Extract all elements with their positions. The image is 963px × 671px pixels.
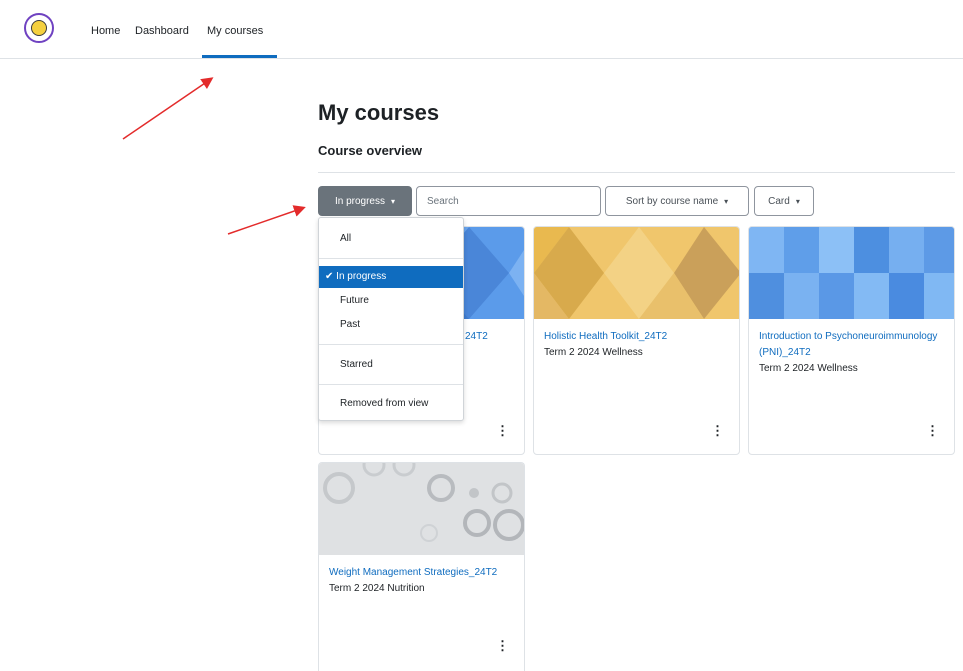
section-divider	[318, 172, 955, 173]
filter-option-label: In progress	[336, 271, 387, 282]
logo-emblem	[31, 20, 47, 36]
chevron-down-icon: ▾	[795, 196, 800, 206]
course-name-link[interactable]: 24T2	[465, 329, 514, 345]
course-category: Term 2 2024 Wellness	[544, 347, 643, 358]
top-navbar: Home Dashboard My courses	[0, 0, 963, 59]
annotation-arrow	[227, 205, 306, 235]
sort-dropdown-label: Sort by course name	[625, 195, 719, 207]
kebab-menu-icon[interactable]: ⋮	[496, 639, 509, 653]
active-nav-indicator	[202, 55, 277, 58]
filter-option-label: Starred	[340, 359, 373, 370]
course-image-pattern	[534, 227, 739, 319]
grouping-filter-button[interactable]: In progress ▾	[318, 186, 412, 216]
course-card[interactable]: Introduction to Psychoneuroimmunology (P…	[748, 226, 955, 455]
course-card[interactable]: Holistic Health Toolkit_24T2 Term 2 2024…	[533, 226, 740, 455]
view-dropdown-label: Card	[768, 195, 790, 207]
chevron-down-icon: ▾	[724, 196, 729, 206]
course-image-pattern	[323, 463, 524, 542]
nav-home[interactable]: Home	[91, 25, 120, 37]
filter-option-past[interactable]: Past	[319, 314, 463, 336]
grouping-filter-label: In progress	[334, 195, 385, 207]
filter-option-starred[interactable]: Starred	[319, 354, 463, 376]
menu-divider	[319, 258, 463, 259]
kebab-menu-icon[interactable]: ⋮	[926, 424, 939, 438]
course-image	[749, 227, 954, 319]
menu-divider	[319, 344, 463, 345]
site-logo-icon[interactable]	[24, 13, 54, 43]
menu-divider	[319, 384, 463, 385]
annotation-arrow	[122, 77, 214, 140]
filter-option-label: Future	[340, 295, 369, 306]
page-title: My courses	[318, 100, 440, 125]
chevron-down-icon: ▾	[391, 196, 396, 206]
course-category: Term 2 2024 Wellness	[759, 363, 858, 374]
view-dropdown[interactable]: Card ▾	[754, 186, 814, 216]
course-card[interactable]: Weight Management Strategies_24T2 Term 2…	[318, 462, 525, 671]
section-title: Course overview	[318, 143, 423, 158]
filter-option-label: Removed from view	[340, 398, 429, 409]
nav-dashboard[interactable]: Dashboard	[135, 25, 189, 37]
course-image	[534, 227, 739, 319]
course-name-link[interactable]: Holistic Health Toolkit_24T2	[544, 329, 729, 345]
filter-option-removed-from-view[interactable]: Removed from view	[319, 393, 463, 415]
grouping-filter-menu: All ✔ In progress Future Past Starred Re…	[318, 217, 464, 421]
sort-dropdown[interactable]: Sort by course name ▾	[605, 186, 749, 216]
check-icon: ✔	[325, 271, 334, 282]
course-image-pattern	[749, 227, 954, 319]
filter-option-label: Past	[340, 319, 361, 330]
filter-option-label: All	[340, 233, 352, 244]
filter-option-all[interactable]: All	[319, 228, 463, 250]
kebab-menu-icon[interactable]: ⋮	[711, 424, 724, 438]
filter-option-in-progress[interactable]: ✔ In progress	[319, 266, 463, 288]
course-name-link[interactable]: Introduction to Psychoneuroimmunology (P…	[759, 329, 944, 361]
nav-my-courses[interactable]: My courses	[207, 25, 263, 37]
course-category: Term 2 2024 Nutrition	[329, 583, 425, 594]
filter-option-future[interactable]: Future	[319, 290, 463, 312]
kebab-menu-icon[interactable]: ⋮	[496, 424, 509, 438]
course-image	[319, 463, 524, 555]
search-input[interactable]	[416, 186, 601, 216]
course-name-link[interactable]: Weight Management Strategies_24T2	[329, 565, 514, 581]
